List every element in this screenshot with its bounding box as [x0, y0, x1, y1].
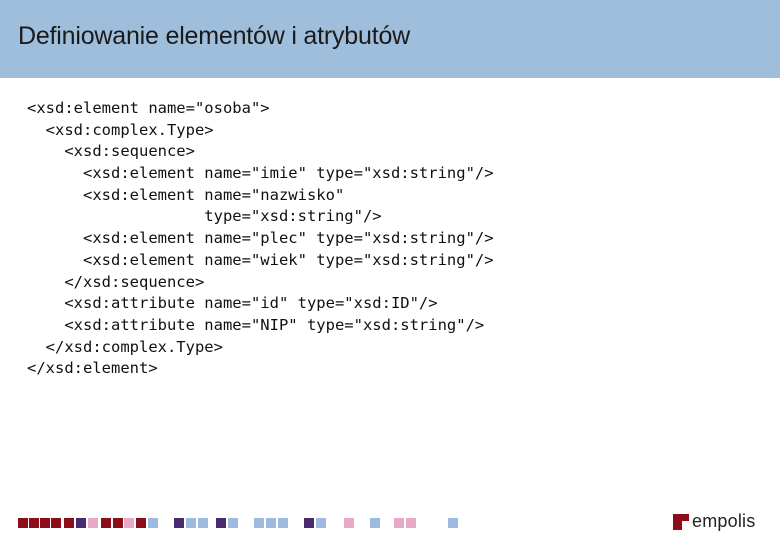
- logo-text: empolis: [692, 511, 756, 531]
- code-block: <xsd:element name="osoba"> <xsd:complex.…: [27, 98, 494, 380]
- slide: Definiowanie elementów i atrybutów <xsd:…: [0, 0, 780, 540]
- square-light-blue: [228, 518, 238, 528]
- square-pink: [88, 518, 98, 528]
- square-light-blue: [186, 518, 196, 528]
- square-pink: [394, 518, 404, 528]
- code-line: </xsd:sequence>: [27, 272, 205, 291]
- slide-title: Definiowanie elementów i atrybutów: [18, 22, 411, 50]
- code-line: <xsd:element name="plec" type="xsd:strin…: [27, 229, 494, 248]
- square-dark-red: [113, 518, 123, 528]
- square-purple: [304, 518, 314, 528]
- square-dark-red: [136, 518, 146, 528]
- square-light-blue: [148, 518, 158, 528]
- square-light-blue: [266, 518, 276, 528]
- code-line: type="xsd:string"/>: [27, 207, 382, 226]
- square-dark-red: [40, 518, 50, 528]
- code-line: </xsd:element>: [27, 359, 158, 378]
- square-light-blue: [448, 518, 458, 528]
- code-line: <xsd:attribute name="NIP" type="xsd:stri…: [27, 315, 485, 334]
- logo-mark-icon: [673, 514, 689, 530]
- code-line: <xsd:element name="wiek" type="xsd:strin…: [27, 250, 494, 269]
- square-pink: [406, 518, 416, 528]
- square-dark-red: [29, 518, 39, 528]
- square-dark-red: [51, 518, 61, 528]
- title-bar: Definiowanie elementów i atrybutów: [0, 0, 780, 78]
- code-line: <xsd:element name="imie" type="xsd:strin…: [27, 164, 494, 183]
- square-purple: [76, 518, 86, 528]
- square-dark-red: [101, 518, 111, 528]
- square-pink: [344, 518, 354, 528]
- square-purple: [174, 518, 184, 528]
- square-dark-red: [64, 518, 74, 528]
- code-line: <xsd:element name="nazwisko": [27, 185, 345, 204]
- code-line: <xsd:attribute name="id" type="xsd:ID"/>: [27, 294, 438, 313]
- square-pink: [124, 518, 134, 528]
- square-light-blue: [316, 518, 326, 528]
- square-dark-red: [18, 518, 28, 528]
- square-light-blue: [198, 518, 208, 528]
- square-light-blue: [278, 518, 288, 528]
- code-line: </xsd:complex.Type>: [27, 337, 223, 356]
- square-light-blue: [370, 518, 380, 528]
- code-line: <xsd:sequence>: [27, 142, 195, 161]
- code-line: <xsd:element name="osoba">: [27, 99, 270, 117]
- code-line: <xsd:complex.Type>: [27, 120, 214, 139]
- square-light-blue: [254, 518, 264, 528]
- square-purple: [216, 518, 226, 528]
